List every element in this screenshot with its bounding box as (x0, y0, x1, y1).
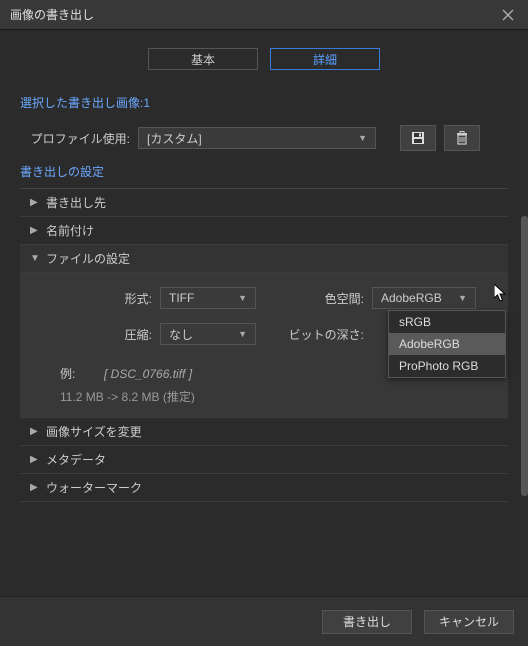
acc-watermark-label: ウォーターマーク (46, 479, 142, 496)
acc-naming[interactable]: ▶ 名前付け (20, 217, 508, 245)
chevron-down-icon: ▼ (238, 293, 247, 303)
save-profile-button[interactable] (400, 125, 436, 151)
scrollbar-thumb[interactable] (521, 216, 528, 496)
colorspace-dropdown-menu: sRGB AdobeRGB ProPhoto RGB (388, 310, 506, 378)
example-value: [ DSC_0766.tiff ] (104, 367, 192, 381)
format-select[interactable]: TIFF ▼ (160, 287, 256, 309)
acc-destination[interactable]: ▶ 書き出し先 (20, 189, 508, 217)
colorspace-label: 色空間: (256, 290, 372, 307)
acc-naming-label: 名前付け (46, 222, 94, 239)
chevron-down-icon: ▼ (238, 329, 247, 339)
option-prophoto-label: ProPhoto RGB (399, 359, 478, 373)
example-label: 例: (60, 365, 104, 382)
chevron-down-icon: ▼ (458, 293, 467, 303)
acc-destination-label: 書き出し先 (46, 194, 106, 211)
tab-basic-label: 基本 (191, 51, 215, 68)
acc-file[interactable]: ▼ ファイルの設定 (20, 245, 508, 273)
colorspace-select[interactable]: AdobeRGB ▼ (372, 287, 476, 309)
tab-bar: 基本 詳細 (20, 48, 508, 70)
export-button[interactable]: 書き出し (322, 610, 412, 634)
acc-metadata[interactable]: ▶ メタデータ (20, 446, 508, 474)
profile-value: [カスタム] (147, 130, 202, 147)
acc-resize-label: 画像サイズを変更 (46, 423, 142, 440)
chevron-right-icon: ▶ (30, 197, 42, 208)
tab-advanced[interactable]: 詳細 (270, 48, 380, 70)
colorspace-option-prophoto[interactable]: ProPhoto RGB (389, 355, 505, 377)
profile-label: プロファイル使用: (20, 130, 138, 147)
dialog-title: 画像の書き出し (10, 6, 498, 23)
profile-select[interactable]: [カスタム] ▼ (138, 127, 376, 149)
tab-basic[interactable]: 基本 (148, 48, 258, 70)
acc-file-label: ファイルの設定 (46, 250, 130, 267)
compression-label: 圧縮: (30, 326, 160, 343)
option-adobergb-label: AdobeRGB (399, 337, 460, 351)
export-button-label: 書き出し (343, 613, 391, 630)
selection-header: 選択した書き出し画像:1 (20, 94, 508, 111)
colorspace-value: AdobeRGB (381, 291, 442, 305)
compression-select[interactable]: なし ▼ (160, 323, 256, 345)
save-icon (410, 130, 426, 146)
colorspace-option-adobergb[interactable]: AdobeRGB (389, 333, 505, 355)
format-label: 形式: (30, 290, 160, 307)
acc-metadata-label: メタデータ (46, 451, 106, 468)
tab-advanced-label: 詳細 (313, 51, 337, 68)
close-icon (502, 9, 514, 21)
option-srgb-label: sRGB (399, 315, 431, 329)
trash-icon (454, 130, 470, 146)
profile-row: プロファイル使用: [カスタム] ▼ (20, 125, 508, 151)
titlebar: 画像の書き出し (0, 0, 528, 30)
chevron-right-icon: ▶ (30, 454, 42, 465)
acc-watermark[interactable]: ▶ ウォーターマーク (20, 474, 508, 502)
chevron-down-icon: ▼ (358, 133, 367, 143)
acc-resize[interactable]: ▶ 画像サイズを変更 (20, 418, 508, 446)
bitdepth-label: ビットの深さ: (256, 326, 372, 343)
delete-profile-button[interactable] (444, 125, 480, 151)
cancel-button-label: キャンセル (439, 613, 499, 630)
chevron-down-icon: ▼ (30, 253, 42, 264)
settings-title: 書き出しの設定 (20, 163, 508, 180)
colorspace-option-srgb[interactable]: sRGB (389, 311, 505, 333)
compression-value: なし (169, 326, 193, 343)
close-button[interactable] (498, 5, 518, 25)
format-value: TIFF (169, 291, 194, 305)
chevron-right-icon: ▶ (30, 482, 42, 493)
footer: 書き出し キャンセル (0, 596, 528, 646)
format-row: 形式: TIFF ▼ 色空間: AdobeRGB ▼ (30, 287, 498, 309)
cancel-button[interactable]: キャンセル (424, 610, 514, 634)
scrollbar-track[interactable] (521, 216, 528, 556)
chevron-right-icon: ▶ (30, 426, 42, 437)
size-estimate: 11.2 MB -> 8.2 MB (推定) (60, 388, 498, 405)
chevron-right-icon: ▶ (30, 225, 42, 236)
